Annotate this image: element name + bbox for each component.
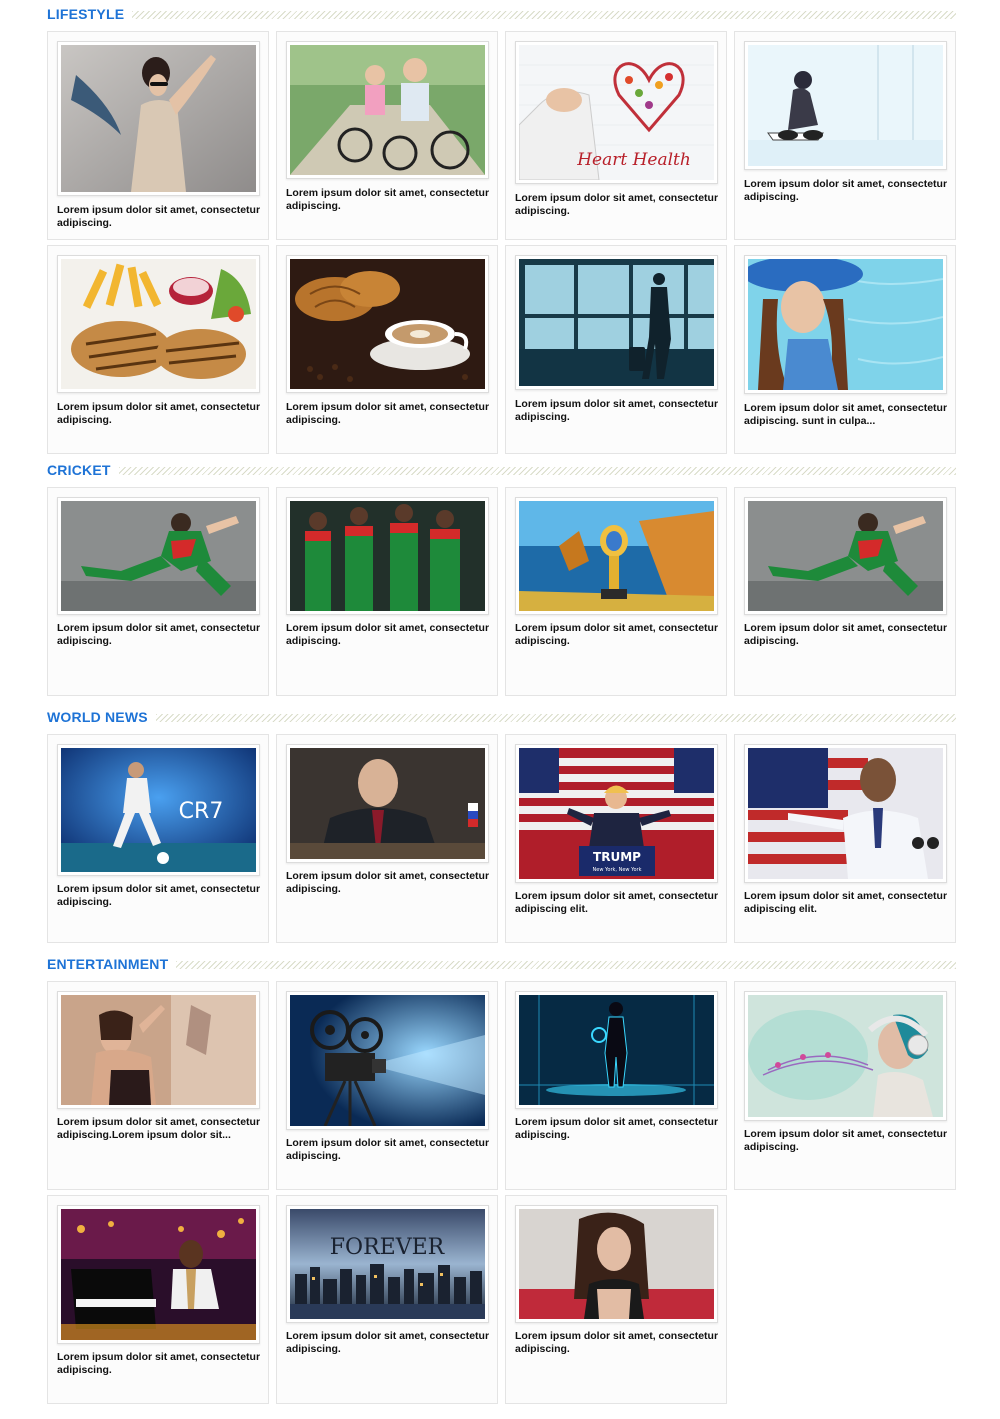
article-card[interactable]: Lorem ipsum dolor sit amet, consectetur … [505, 981, 727, 1190]
article-card[interactable]: Lorem ipsum dolor sit amet, consectetur … [276, 734, 498, 943]
article-caption[interactable]: Lorem ipsum dolor sit amet, consectetur … [515, 1330, 721, 1356]
article-card[interactable]: Lorem ipsum dolor sit amet, consectetur … [276, 981, 498, 1190]
section-header-world-news: WORLD NEWS [47, 708, 956, 726]
article-thumbnail[interactable] [286, 497, 489, 615]
article-thumbnail[interactable] [744, 41, 947, 170]
article-thumbnail[interactable] [515, 991, 718, 1109]
article-caption[interactable]: Lorem ipsum dolor sit amet, consectetur … [515, 1116, 721, 1142]
article-card[interactable]: Lorem ipsum dolor sit amet, consectetur … [734, 981, 956, 1190]
article-caption[interactable]: Lorem ipsum dolor sit amet, consectetur … [515, 622, 721, 648]
article-caption[interactable]: Lorem ipsum dolor sit amet, consectetur … [515, 398, 721, 424]
section-header-lifestyle: LIFESTYLE [47, 5, 956, 23]
article-card[interactable]: CR7 Lorem ipsum dolor sit amet, consecte… [47, 734, 269, 943]
article-caption[interactable]: Lorem ipsum dolor sit amet, consectetur … [515, 192, 721, 218]
section-title[interactable]: CRICKET [47, 462, 119, 478]
article-card[interactable]: Lorem ipsum dolor sit amet, consectetur … [734, 734, 956, 943]
article-thumbnail[interactable] [744, 744, 947, 883]
article-card[interactable]: Lorem ipsum dolor sit amet, consectetur … [276, 487, 498, 696]
article-caption[interactable]: Lorem ipsum dolor sit amet, consectetur … [286, 622, 492, 648]
article-thumbnail[interactable] [57, 255, 260, 393]
article-thumbnail[interactable] [744, 497, 947, 615]
section-header-entertainment: ENTERTAINMENT [47, 955, 956, 973]
article-caption[interactable]: Lorem ipsum dolor sit amet, consectetur … [744, 622, 950, 648]
article-caption[interactable]: Lorem ipsum dolor sit amet, consectetur … [57, 1116, 263, 1142]
section-divider [176, 961, 956, 969]
article-card[interactable]: Lorem ipsum dolor sit amet, consectetur … [47, 1195, 269, 1404]
image-overlay-text: CR7 [179, 799, 224, 824]
article-caption[interactable]: Lorem ipsum dolor sit amet, consectetur … [744, 178, 950, 204]
article-caption[interactable]: Lorem ipsum dolor sit amet, consectetur … [744, 1128, 950, 1154]
section-divider [155, 714, 956, 722]
section-header-cricket: CRICKET [47, 461, 956, 479]
article-caption[interactable]: Lorem ipsum dolor sit amet, consectetur … [744, 890, 950, 916]
article-caption[interactable]: Lorem ipsum dolor sit amet, consectetur … [744, 402, 950, 428]
article-caption[interactable]: Lorem ipsum dolor sit amet, consectetur … [286, 1137, 492, 1163]
article-card[interactable]: Lorem ipsum dolor sit amet, consectetur … [276, 31, 498, 240]
article-card[interactable]: Lorem ipsum dolor sit amet, consectetur … [505, 245, 727, 454]
image-overlay-text: FOREVER [330, 1235, 446, 1260]
article-thumbnail[interactable]: FOREVER [286, 1205, 489, 1323]
article-caption[interactable]: Lorem ipsum dolor sit amet, consectetur … [286, 870, 492, 896]
article-thumbnail[interactable] [286, 991, 489, 1130]
article-caption[interactable]: Lorem ipsum dolor sit amet, consectetur … [286, 187, 492, 213]
article-card[interactable]: Lorem ipsum dolor sit amet, consectetur … [276, 245, 498, 454]
article-thumbnail[interactable] [515, 255, 718, 390]
section-title[interactable]: ENTERTAINMENT [47, 956, 176, 972]
article-thumbnail[interactable] [515, 1205, 718, 1323]
article-thumbnail[interactable] [515, 497, 718, 615]
article-card[interactable]: Lorem ipsum dolor sit amet, consectetur … [505, 1195, 727, 1404]
image-overlay-text: TRUMP [593, 850, 641, 864]
article-caption[interactable]: Lorem ipsum dolor sit amet, consectetur … [286, 401, 492, 427]
article-caption[interactable]: Lorem ipsum dolor sit amet, consectetur … [515, 890, 721, 916]
article-card[interactable]: Heart Health Lorem ipsum dolor sit amet,… [505, 31, 727, 240]
article-thumbnail[interactable] [57, 991, 260, 1109]
article-thumbnail[interactable]: TRUMP New York, New York [515, 744, 718, 883]
article-caption[interactable]: Lorem ipsum dolor sit amet, consectetur … [57, 204, 263, 230]
article-caption[interactable]: Lorem ipsum dolor sit amet, consectetur … [57, 1351, 263, 1377]
article-card[interactable]: Lorem ipsum dolor sit amet, consectetur … [734, 31, 956, 240]
article-card[interactable]: Lorem ipsum dolor sit amet, consectetur … [47, 245, 269, 454]
article-card[interactable]: TRUMP New York, New York Lorem ipsum dol… [505, 734, 727, 943]
article-card[interactable]: FOREVER Lorem ipsum dolor sit amet, cons… [276, 1195, 498, 1404]
article-caption[interactable]: Lorem ipsum dolor sit amet, consectetur … [286, 1330, 492, 1356]
article-thumbnail[interactable]: Heart Health [515, 41, 718, 184]
image-overlay-subtext: New York, New York [593, 867, 642, 873]
article-thumbnail[interactable] [286, 41, 489, 179]
article-thumbnail[interactable] [744, 991, 947, 1121]
article-caption[interactable]: Lorem ipsum dolor sit amet, consectetur … [57, 883, 263, 909]
article-thumbnail[interactable]: CR7 [57, 744, 260, 876]
article-thumbnail[interactable] [57, 41, 260, 196]
section-divider [132, 11, 956, 19]
article-card[interactable]: Lorem ipsum dolor sit amet, consectetur … [47, 981, 269, 1190]
article-thumbnail[interactable] [286, 744, 489, 863]
article-card[interactable]: Lorem ipsum dolor sit amet, consectetur … [47, 31, 269, 240]
article-card[interactable]: Lorem ipsum dolor sit amet, consectetur … [47, 487, 269, 696]
article-card[interactable]: Lorem ipsum dolor sit amet, consectetur … [734, 245, 956, 454]
image-overlay-text: Heart Health [576, 150, 691, 170]
article-thumbnail[interactable] [286, 255, 489, 393]
section-divider [118, 467, 956, 475]
section-title[interactable]: WORLD NEWS [47, 709, 156, 725]
article-caption[interactable]: Lorem ipsum dolor sit amet, consectetur … [57, 622, 263, 648]
article-thumbnail[interactable] [57, 497, 260, 615]
article-caption[interactable]: Lorem ipsum dolor sit amet, consectetur … [57, 401, 263, 427]
article-thumbnail[interactable] [744, 255, 947, 394]
section-title[interactable]: LIFESTYLE [47, 6, 132, 22]
article-card[interactable]: Lorem ipsum dolor sit amet, consectetur … [734, 487, 956, 696]
article-thumbnail[interactable] [57, 1205, 260, 1344]
article-card[interactable]: Lorem ipsum dolor sit amet, consectetur … [505, 487, 727, 696]
